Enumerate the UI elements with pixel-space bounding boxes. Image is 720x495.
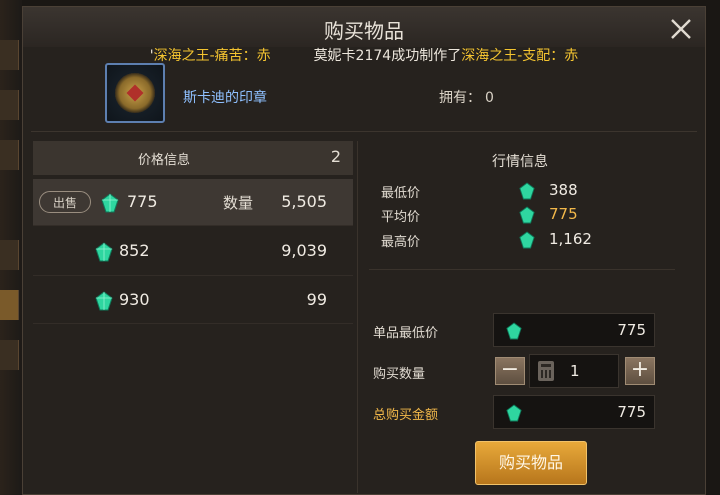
row-divider	[33, 275, 353, 276]
owned-count: 拥有： 0	[435, 87, 494, 107]
market-value: 775	[549, 205, 578, 223]
row-qty: 5,505	[281, 192, 327, 211]
ticker-user-message: 莫妮卡2174成功制作了	[313, 48, 462, 64]
price-info-count: 2	[330, 147, 341, 166]
price-row[interactable]: 930 99	[33, 277, 353, 323]
broadcast-ticker: '深海之王-痛苦：赤 莫妮卡2174成功制作了深海之王-支配：赤	[23, 45, 705, 65]
quantity-stepper[interactable]: 1	[529, 354, 619, 388]
buy-item-dialog: 购买物品 '深海之王-痛苦：赤 莫妮卡2174成功制作了深海之王-支配：赤 斯卡…	[22, 6, 706, 495]
side-tab	[0, 340, 19, 370]
market-row-min: 最低价 388	[381, 180, 681, 204]
item-icon-frame	[105, 63, 165, 123]
quantity-value[interactable]: 1	[570, 362, 580, 380]
total-row: 总购买金额 775	[373, 395, 681, 429]
unit-min-label: 单品最低价	[373, 326, 439, 341]
sell-button[interactable]: 出售	[39, 191, 91, 213]
total-field: 775	[493, 395, 655, 429]
gem-icon	[506, 404, 522, 422]
total-label: 总购买金额	[373, 408, 439, 423]
gem-icon	[95, 291, 113, 311]
dialog-title: 购买物品	[324, 19, 404, 43]
gem-icon	[101, 193, 119, 213]
gem-icon	[519, 206, 535, 224]
row-price: 852	[119, 241, 150, 260]
row-qty: 99	[306, 290, 327, 309]
background-side-panel	[0, 0, 22, 495]
total-value: 775	[617, 403, 646, 421]
market-row-max: 最高价 1,162	[381, 229, 681, 253]
side-tab	[0, 140, 19, 170]
ticker-item-2: 深海之王-支配：赤	[461, 48, 579, 64]
price-info-title: 价格信息	[137, 153, 190, 168]
close-button[interactable]	[665, 13, 697, 45]
panel-separator	[357, 141, 358, 493]
unit-min-field: 775	[493, 313, 655, 347]
item-name: 斯卡迪的印章	[183, 90, 267, 106]
row-price: 775	[127, 192, 158, 211]
title-bar: 购买物品	[23, 7, 705, 47]
side-tab	[0, 240, 19, 270]
market-row-avg: 平均价 775	[381, 204, 681, 228]
row-qty-label: 数量	[223, 194, 254, 212]
ticker-item-1: 深海之王-痛苦：赤	[153, 48, 271, 64]
unit-min-row: 单品最低价 775	[373, 313, 681, 347]
row-divider	[33, 323, 353, 324]
price-info-header: 价格信息 2	[33, 141, 353, 175]
market-label: 平均价	[381, 210, 421, 225]
price-row[interactable]: 出售 775 数量 5,505	[33, 179, 353, 225]
quantity-label: 购买数量	[373, 367, 426, 382]
gem-icon	[519, 231, 535, 249]
seal-icon	[115, 73, 155, 113]
owned-value: 0	[485, 90, 494, 106]
market-label: 最低价	[381, 186, 421, 201]
gem-icon	[95, 242, 113, 262]
side-tab	[0, 290, 19, 320]
side-tab	[0, 40, 19, 70]
market-divider	[369, 269, 675, 270]
row-price: 930	[119, 290, 150, 309]
close-icon	[671, 19, 691, 39]
side-tab	[0, 90, 19, 120]
quantity-row: 购买数量 − 1 +	[373, 354, 681, 388]
market-value: 388	[549, 181, 578, 199]
row-qty: 9,039	[281, 241, 327, 260]
decrease-quantity-button[interactable]: −	[495, 357, 525, 385]
market-info-title: 行情信息	[492, 154, 548, 170]
price-row[interactable]: 852 9,039	[33, 228, 353, 274]
unit-min-value: 775	[617, 321, 646, 339]
market-label: 最高价	[381, 235, 421, 250]
buy-button[interactable]: 购买物品	[475, 441, 587, 485]
gem-icon	[506, 322, 522, 340]
market-value: 1,162	[549, 230, 592, 248]
calculator-icon[interactable]	[538, 361, 554, 381]
row-divider	[33, 225, 353, 226]
owned-label: 拥有：	[439, 90, 481, 106]
gem-icon	[519, 182, 535, 200]
increase-quantity-button[interactable]: +	[625, 357, 655, 385]
item-header: 斯卡迪的印章 拥有： 0	[23, 63, 705, 129]
divider	[31, 131, 697, 132]
